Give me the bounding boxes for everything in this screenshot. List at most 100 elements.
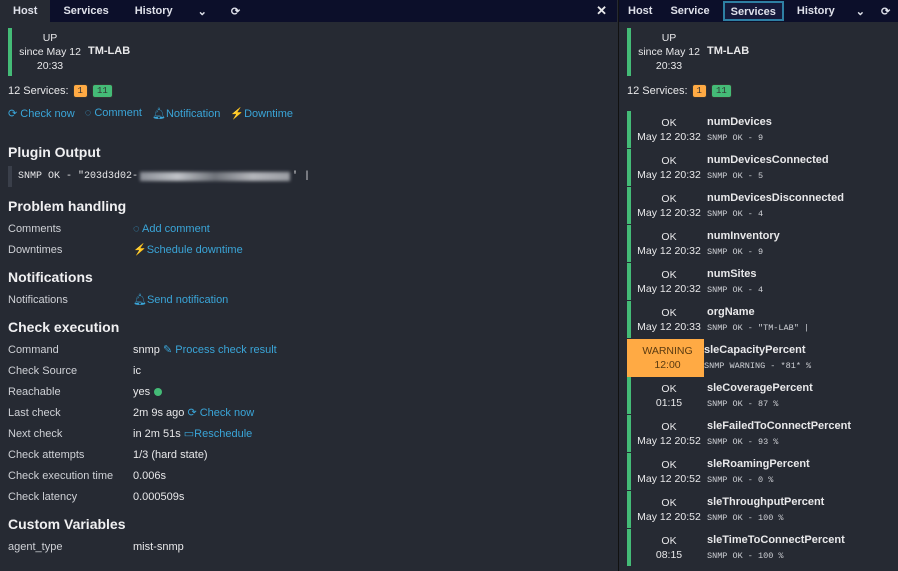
service-row[interactable]: OK May 12 20:52 sleFailedToConnectPercent…: [627, 415, 898, 453]
service-row[interactable]: OK May 12 20:32 numDevicesDisconnected SNM…: [627, 187, 898, 225]
latency-label: Check latency: [8, 490, 78, 503]
tab-host[interactable]: Host: [0, 0, 51, 22]
host-state-label: UP: [661, 32, 677, 44]
tab-history[interactable]: History: [122, 0, 186, 22]
service-state-time: May 12 20:32: [637, 283, 701, 295]
services-panel: Host Service Services History ⌄ ⟳ UP sinc…: [618, 0, 898, 571]
service-row[interactable]: OK May 12 20:32 numSites SNMP OK - 4: [627, 263, 898, 301]
service-state: OK: [661, 269, 677, 281]
service-row[interactable]: OK May 12 20:52 sleThroughputPercent SNMP …: [627, 491, 898, 529]
command-label: Command: [8, 343, 59, 356]
service-state-time: May 12 20:52: [637, 511, 701, 523]
downtime-link[interactable]: ⚡Downtime: [230, 107, 293, 120]
reschedule-link[interactable]: ▭Reschedule: [184, 427, 253, 440]
service-name: numDevices: [707, 116, 772, 128]
service-state: WARNING: [642, 345, 693, 357]
chevron-down-icon[interactable]: ⌄: [186, 5, 219, 18]
services-count: 12 Services:: [627, 85, 688, 97]
host-state-label: UP: [42, 32, 58, 44]
notification-label: Notification: [165, 108, 221, 120]
check-execution-heading: Check execution: [8, 319, 120, 335]
service-state-time: 08:15: [655, 549, 683, 561]
service-output: SNMP OK - 9: [707, 247, 764, 257]
service-state-time: May 12 20:32: [637, 245, 701, 257]
warning-badge[interactable]: 1: [691, 84, 707, 98]
tab-host[interactable]: Host: [619, 0, 661, 22]
service-state-time: May 12 20:33: [637, 321, 701, 333]
service-state-time: 12:00: [654, 359, 681, 371]
host-state-since: since May 12: [638, 46, 700, 58]
problem-handling-heading: Problem handling: [8, 198, 127, 214]
add-comment-link[interactable]: ◌ Add comment: [133, 223, 210, 235]
service-row[interactable]: OK 01:15 sleCoveragePercent SNMP OK - 87 %: [627, 377, 898, 415]
tab-bar-right: Host Service Services History ⌄ ⟳: [619, 0, 898, 22]
send-notification-link[interactable]: 🔔︎Send notification: [133, 293, 228, 306]
host-state: UP since May 12 20:33 TM-LAB: [8, 28, 617, 76]
refresh-icon[interactable]: ⟳: [219, 5, 252, 18]
next-check-label: Next check: [8, 427, 63, 440]
service-state: OK: [661, 497, 677, 509]
warning-badge[interactable]: 1: [72, 84, 88, 98]
notifications-row: Notifications 🔔︎Send notification: [8, 289, 617, 310]
service-name: sleCoveragePercent: [707, 382, 813, 394]
ok-badge[interactable]: 11: [91, 84, 113, 98]
service-state-time: 01:15: [655, 397, 683, 409]
attempts-value: 1/3 (hard state): [133, 448, 208, 461]
schedule-downtime-link[interactable]: ⚡Schedule downtime: [133, 243, 243, 256]
service-row[interactable]: OK May 12 20:33 orgName SNMP OK - "TM-LAB"…: [627, 301, 898, 339]
ok-badge[interactable]: 11: [710, 84, 732, 98]
check-now-link[interactable]: ⟳ Check now: [8, 107, 75, 120]
service-row[interactable]: OK May 12 20:32 numDevices SNMP OK - 9: [627, 111, 898, 149]
next-check-row: Next check in 2m 51s ▭Reschedule: [8, 423, 617, 444]
service-row[interactable]: OK May 12 20:32 numDevicesConnected SNMP O…: [627, 149, 898, 187]
latency-value: 0.000509s: [133, 490, 185, 503]
service-row[interactable]: OK May 12 20:32 numInventory SNMP OK - 9: [627, 225, 898, 263]
downtimes-row: Downtimes ⚡Schedule downtime: [8, 239, 617, 260]
services-summary: 12 Services: 1 11: [8, 84, 617, 98]
tab-service[interactable]: Service: [661, 0, 718, 22]
service-state: OK: [661, 421, 677, 433]
service-output: SNMP OK - "TM-LAB" |: [707, 323, 810, 333]
plugin-output-suffix: ' |: [292, 171, 311, 182]
close-icon[interactable]: ✕: [596, 3, 607, 19]
plugin-output-heading: Plugin Output: [8, 144, 101, 160]
service-output: SNMP OK - 0 %: [707, 475, 774, 485]
service-row[interactable]: WARNING 12:00 sleCapacityPercent SNMP WARN…: [627, 339, 898, 377]
tab-services[interactable]: Services: [50, 0, 121, 22]
agent-type-row: agent_type mist-snmp: [8, 536, 617, 557]
refresh-icon[interactable]: ⟳: [877, 5, 894, 18]
services-count: 12 Services:: [8, 85, 69, 97]
service-row[interactable]: OK 08:15 sleTimeToConnectPercent SNMP OK -…: [627, 529, 898, 567]
agent-type-value: mist-snmp: [133, 540, 184, 553]
service-state: OK: [661, 535, 677, 547]
command-value: snmp: [133, 343, 160, 356]
exec-time-value: 0.006s: [133, 469, 167, 482]
last-check-value: 2m 9s ago: [133, 406, 185, 419]
comment-label: Comment: [94, 107, 142, 119]
service-name: orgName: [707, 306, 755, 318]
chevron-down-icon[interactable]: ⌄: [844, 5, 877, 18]
service-row[interactable]: OK May 12 20:52 sleRoamingPercent SNMP OK …: [627, 453, 898, 491]
agent-type-label: agent_type: [8, 540, 63, 553]
custom-variables-heading: Custom Variables: [8, 516, 126, 532]
service-state-time: May 12 20:32: [637, 207, 701, 219]
plug-icon: ⚡: [230, 108, 245, 120]
service-output: SNMP OK - 93 %: [707, 437, 779, 447]
host-state-time: 20:33: [655, 60, 683, 72]
tab-bar: Host Services History ⌄ ⟳ ✕: [0, 0, 617, 22]
comment-link[interactable]: ◌ Comment: [85, 107, 142, 120]
notification-link[interactable]: 🔔︎Notification: [152, 107, 220, 120]
check-source-label: Check Source: [8, 364, 78, 377]
tab-services[interactable]: Services: [722, 1, 784, 21]
service-output: SNMP OK - 5: [707, 171, 764, 181]
service-state-time: May 12 20:52: [637, 435, 701, 447]
service-state: OK: [661, 117, 677, 129]
service-state-time: May 12 20:32: [637, 169, 701, 181]
service-name: numInventory: [707, 230, 780, 242]
tab-history[interactable]: History: [788, 0, 844, 22]
reachable-label: Reachable: [8, 385, 61, 398]
service-state: OK: [661, 193, 677, 205]
service-state-time: May 12 20:32: [637, 131, 701, 143]
process-check-result-link[interactable]: ✎ Process check result: [163, 343, 277, 356]
check-now-link-2[interactable]: ⟳ Check now: [187, 406, 254, 419]
